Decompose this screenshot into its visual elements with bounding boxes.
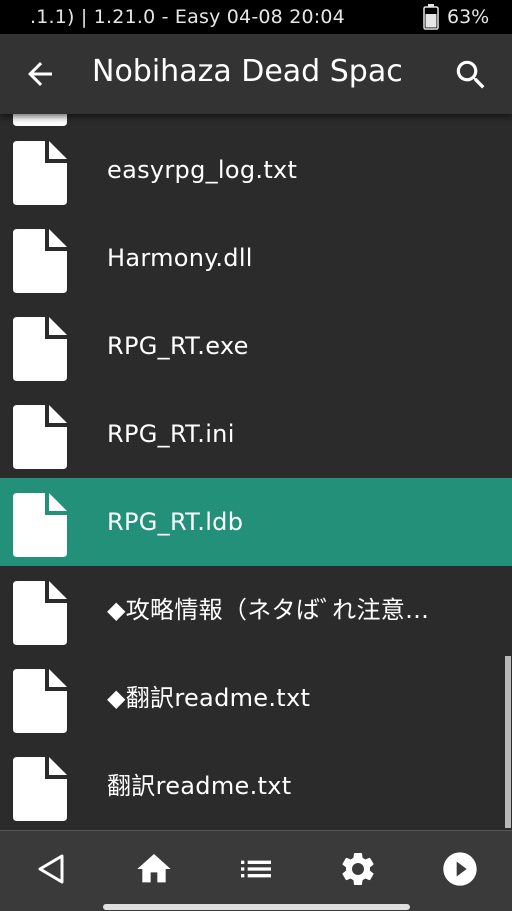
file-icon — [13, 757, 67, 821]
file-icon — [13, 317, 67, 381]
status-bar: .1.1) | 1.21.0 - Easy 04-08 20:04 63% — [0, 0, 512, 34]
file-icon — [13, 114, 67, 126]
file-name: 翻訳readme.txt — [107, 772, 292, 800]
list-item[interactable]: ◆攻略情報（ネタばﾞれ注意… — [0, 566, 512, 654]
file-name: ◆攻略情報（ネタばﾞれ注意… — [107, 596, 430, 624]
file-icon — [13, 669, 67, 733]
app-bar: Nobihaza Dead Spac — [0, 34, 512, 114]
file-list[interactable]: easyrpg_log.txt Harmony.dll RPG_RT.exe R… — [0, 114, 512, 830]
file-icon — [13, 229, 67, 293]
gear-icon[interactable] — [338, 849, 378, 889]
file-name: RPG_RT.exe — [107, 332, 249, 360]
list-item[interactable]: RPG_RT.ini — [0, 390, 512, 478]
list-item[interactable]: easyrpg_log.txt — [0, 126, 512, 214]
home-icon[interactable] — [134, 849, 174, 889]
battery-percent: 63% — [447, 6, 490, 28]
list-item[interactable]: 翻訳readme.txt — [0, 742, 512, 830]
play-icon[interactable] — [440, 849, 480, 889]
file-icon — [13, 405, 67, 469]
search-icon[interactable] — [452, 56, 490, 94]
battery-icon — [423, 4, 439, 34]
triangle-back-icon[interactable] — [32, 849, 72, 889]
list-icon[interactable] — [236, 849, 276, 889]
list-item[interactable]: RPG_RT.exe — [0, 302, 512, 390]
bottom-nav-bar — [0, 830, 512, 911]
file-name: Harmony.dll — [107, 244, 253, 272]
file-name: RPG_RT.ldb — [107, 508, 244, 536]
list-item[interactable]: ◆翻訳readme.txt — [0, 654, 512, 742]
scrollbar-thumb[interactable] — [505, 656, 511, 828]
back-arrow-icon[interactable] — [22, 56, 58, 92]
list-item[interactable]: Harmony.dll — [0, 214, 512, 302]
file-name: ◆翻訳readme.txt — [107, 684, 311, 712]
status-text: .1.1) | 1.21.0 - Easy 04-08 20:04 — [30, 6, 345, 28]
file-icon — [13, 493, 67, 557]
list-item-selected[interactable]: RPG_RT.ldb — [0, 478, 512, 566]
file-name: easyrpg_log.txt — [107, 156, 298, 184]
app-title: Nobihaza Dead Spac — [92, 54, 403, 89]
file-icon — [13, 141, 67, 205]
file-name: RPG_RT.ini — [107, 420, 235, 448]
file-icon — [13, 581, 67, 645]
home-indicator[interactable] — [103, 904, 410, 910]
